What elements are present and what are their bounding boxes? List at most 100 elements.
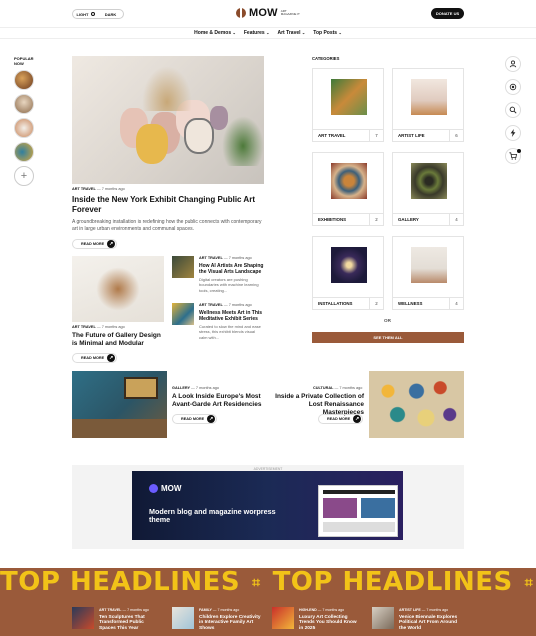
- popular-thumb[interactable]: [14, 70, 34, 90]
- cart-badge: [517, 149, 521, 153]
- category-footer: ART TRAVEL 7: [313, 129, 383, 141]
- bottom-headlines: ART TRAVEL — 7 months ago Ten Sculptures…: [0, 598, 536, 636]
- popular-thumb[interactable]: [14, 94, 34, 114]
- nav-art-travel[interactable]: Art Travel ⌄: [277, 28, 305, 38]
- logo-mark-icon: [149, 484, 158, 493]
- arrow-right-icon: ↗: [107, 354, 116, 362]
- read-more-label: READ MORE: [81, 356, 105, 360]
- wifi-icon[interactable]: [505, 79, 521, 95]
- mini-post-meta: ART TRAVEL — 7 months ago: [199, 303, 252, 307]
- feature-read-more-button[interactable]: READ MORE ↗: [318, 414, 364, 424]
- light-mode-label[interactable]: LIGHT: [73, 12, 98, 17]
- mini-post-thumb[interactable]: [172, 303, 194, 325]
- top-bar: LIGHT DARK MOW ART MAGAZINE IT DONATE US: [0, 0, 536, 28]
- ad-screenshot-image: [318, 485, 398, 537]
- mini-post-meta: ART TRAVEL — 7 months ago: [199, 256, 252, 260]
- user-icon[interactable]: [505, 56, 521, 72]
- read-more-label: READ MORE: [327, 417, 351, 421]
- headline-title: Children Explore Creativity in Interacti…: [199, 615, 261, 631]
- arrow-right-icon: ↗: [107, 240, 116, 248]
- card2-read-more-button[interactable]: READ MORE ↗: [72, 353, 118, 363]
- nav-top-posts[interactable]: Top Posts ⌄: [313, 28, 342, 38]
- headline-meta: HIGH-END — 7 months ago: [299, 608, 345, 612]
- category-image: [331, 163, 367, 199]
- category-card-artist-life[interactable]: ARTIST LIFE 6: [392, 68, 464, 142]
- category-footer: WELLNESS 4: [393, 297, 463, 309]
- category-count: 2: [369, 214, 383, 225]
- card2-title[interactable]: The Future of Gallery Design is Minimal …: [72, 332, 167, 348]
- nav-features[interactable]: Features ⌄: [244, 28, 270, 38]
- category-card-gallery[interactable]: GALLERY 4: [392, 152, 464, 226]
- feature-title[interactable]: A Look Inside Europe's Most Avant-Garde …: [172, 393, 272, 409]
- category-card-art-travel[interactable]: ART TRAVEL 7: [312, 68, 384, 142]
- read-more-label: READ MORE: [81, 242, 105, 246]
- desk-shape: [72, 419, 167, 438]
- site-logo[interactable]: MOW ART MAGAZINE IT: [236, 7, 301, 19]
- mini-post-thumb[interactable]: [172, 256, 194, 278]
- icon-rail: [505, 56, 521, 171]
- logo-text: MOW: [249, 7, 278, 19]
- category-card-installations[interactable]: INSTALLATIONS 2: [312, 236, 384, 310]
- donate-button[interactable]: DONATE US: [431, 8, 464, 19]
- chevron-down-icon: ⌄: [301, 30, 306, 35]
- card2-meta: ART TRAVEL — 7 months ago: [72, 325, 125, 329]
- vase-shape: [136, 124, 168, 164]
- category-footer: INSTALLATIONS 2: [313, 297, 383, 309]
- category-footer: ARTIST LIFE 6: [393, 129, 463, 141]
- chevron-down-icon: ⌄: [266, 30, 270, 35]
- category-footer: GALLERY 4: [393, 213, 463, 225]
- nav-home-demos[interactable]: Home & Demos ⌄: [194, 28, 236, 38]
- renaissance-collection-image[interactable]: [369, 371, 464, 438]
- main-nav: Home & Demos ⌄ Features ⌄ Art Travel ⌄ T…: [0, 28, 536, 39]
- dark-mode-label[interactable]: DARK: [98, 12, 123, 17]
- mini-post-excerpt: Digital creators are pushing boundaries …: [199, 277, 259, 293]
- feature-read-more-button[interactable]: READ MORE ↗: [172, 414, 218, 424]
- headline-thumb: [72, 607, 94, 629]
- category-card-wellness[interactable]: WELLNESS 4: [392, 236, 464, 310]
- category-count: 7: [369, 130, 383, 141]
- headline-meta: ART TRAVEL — 7 months ago: [99, 608, 149, 612]
- mini-post-title[interactable]: Wellness Meets Art in This Meditative Ex…: [199, 310, 265, 322]
- hero-image[interactable]: [72, 56, 264, 184]
- frame-shape: [124, 377, 158, 399]
- read-more-label: READ MORE: [181, 417, 205, 421]
- arrow-right-icon: ↗: [207, 415, 216, 423]
- category-image: [411, 163, 447, 199]
- grass-shape: [142, 66, 192, 111]
- headline-thumb: [172, 607, 194, 629]
- headline-thumb: [272, 607, 294, 629]
- logo-mark-icon: [236, 8, 246, 18]
- headline-title: Luxury Art Collecting Trends You Should …: [299, 615, 357, 631]
- ad-logo-text: MOW: [161, 484, 182, 493]
- hero-read-more-button[interactable]: READ MORE ↗: [72, 239, 118, 249]
- gallery-design-image[interactable]: [72, 256, 164, 322]
- headline-thumb: [372, 607, 394, 629]
- bolt-icon[interactable]: [505, 125, 521, 141]
- theme-toggle[interactable]: LIGHT DARK: [72, 9, 124, 19]
- or-divider: OR: [384, 318, 391, 323]
- see-all-categories-button[interactable]: SEE THEM ALL: [312, 332, 464, 343]
- popular-thumb[interactable]: [14, 142, 34, 162]
- hero-title[interactable]: Inside the New York Exhibit Changing Pub…: [72, 195, 262, 215]
- feature-meta: CULTURAL — 7 months ago: [313, 386, 363, 390]
- ad-banner[interactable]: MOW Modern blog and magazine worpress th…: [132, 471, 403, 540]
- feature-meta: GALLERY — 7 months ago: [172, 386, 219, 390]
- mini-post-title[interactable]: How AI Artists Are Shaping the Visual Ar…: [199, 263, 265, 275]
- headline-title: Venice Biennale Explores Political Art F…: [399, 615, 458, 631]
- logo-tagline: ART MAGAZINE IT: [280, 8, 300, 16]
- residencies-image[interactable]: [72, 371, 167, 438]
- cart-icon[interactable]: [505, 148, 521, 164]
- ad-headline: Modern blog and magazine worpress theme: [149, 507, 276, 524]
- arrow-right-icon: ↗: [353, 415, 362, 423]
- add-icon[interactable]: +: [14, 166, 34, 186]
- chevron-down-icon: ⌄: [232, 30, 236, 35]
- category-image: [411, 79, 447, 115]
- category-image: [331, 247, 367, 283]
- ticker-text: TOP HEADLINES⌗TOP HEADLINES⌗TOP HEADLINE…: [0, 568, 534, 597]
- categories-heading: CATEGORIES: [312, 56, 340, 61]
- category-footer: EXHIBITIONS 2: [313, 213, 383, 225]
- popular-thumb[interactable]: [14, 118, 34, 138]
- category-card-exhibitions[interactable]: EXHIBITIONS 2: [312, 152, 384, 226]
- search-icon[interactable]: [505, 102, 521, 118]
- category-count: 6: [449, 130, 463, 141]
